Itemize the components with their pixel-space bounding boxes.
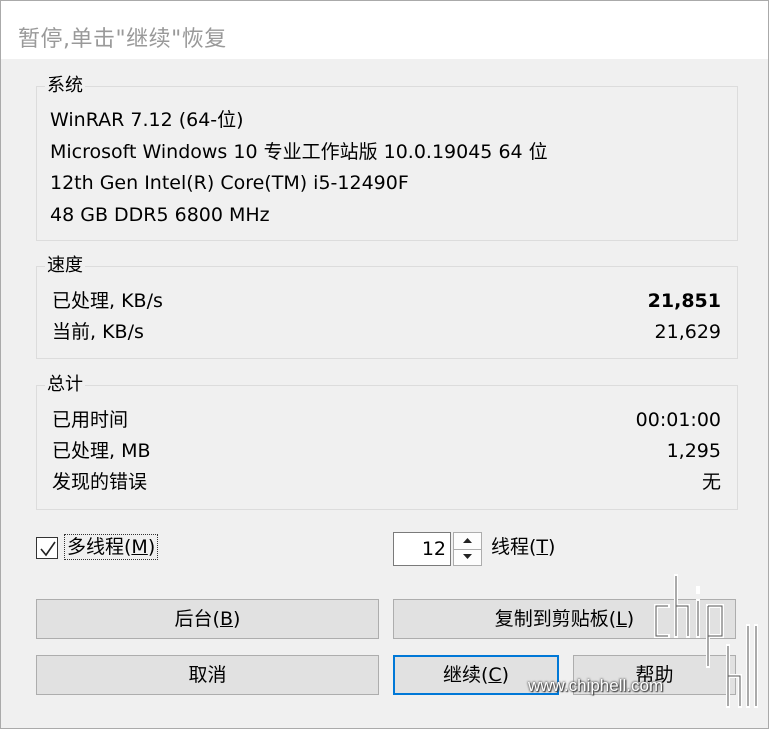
multithread-label[interactable]: 多线程(M) [63, 534, 159, 560]
speed-processed-label: 已处理, KB/s [52, 290, 163, 312]
errors-found-value: 无 [701, 471, 721, 493]
speed-processed-value: 21,851 [647, 290, 721, 312]
elapsed-time-label: 已用时间 [52, 409, 129, 431]
processed-mb-value: 1,295 [666, 440, 721, 462]
system-group-title: 系统 [45, 74, 85, 98]
threads-spinner [453, 532, 482, 566]
total-group: 总计 已用时间 00:01:00 已处理, MB 1,295 发现的错误 无 [36, 373, 738, 510]
system-group: 系统 WinRAR 7.12 (64-位) Microsoft Windows … [36, 74, 738, 241]
help-button[interactable]: 帮助 [573, 655, 736, 695]
continue-button[interactable]: 继续(C) [393, 655, 559, 695]
speed-current-value: 21,629 [654, 321, 721, 343]
cpu-info: 12th Gen Intel(R) Core(TM) i5-12490F [50, 172, 409, 194]
title-bar[interactable]: 暂停,单击"继续"恢复 [1, 1, 768, 59]
checkmark-icon [40, 541, 56, 557]
multithread-checkbox[interactable] [36, 537, 58, 559]
os-version: Microsoft Windows 10 专业工作站版 10.0.19045 6… [50, 141, 548, 163]
winrar-progress-dialog: 暂停,单击"继续"恢复 系统 WinRAR 7.12 (64-位) Micros… [0, 0, 769, 729]
elapsed-time-value: 00:01:00 [635, 409, 721, 431]
copy-to-clipboard-button[interactable]: 复制到剪贴板(L) [393, 599, 736, 639]
speed-group: 速度 已处理, KB/s 21,851 当前, KB/s 21,629 [36, 254, 738, 359]
caret-up-icon [463, 538, 472, 543]
spin-down-button[interactable] [454, 549, 481, 565]
window-title: 暂停,单击"继续"恢复 [18, 27, 227, 52]
processed-mb-label: 已处理, MB [52, 440, 151, 462]
spin-up-button[interactable] [454, 533, 481, 550]
errors-found-label: 发现的错误 [52, 471, 148, 493]
total-group-title: 总计 [45, 373, 85, 397]
cancel-button[interactable]: 取消 [36, 655, 379, 695]
speed-group-title: 速度 [45, 254, 85, 278]
dialog-body: 系统 WinRAR 7.12 (64-位) Microsoft Windows … [16, 59, 753, 728]
threads-label: 线程(T) [491, 536, 556, 558]
threads-input[interactable]: 12 [393, 532, 451, 566]
caret-down-icon [463, 554, 472, 559]
background-button[interactable]: 后台(B) [36, 599, 379, 639]
speed-current-label: 当前, KB/s [52, 321, 144, 343]
winrar-version: WinRAR 7.12 (64-位) [50, 109, 244, 131]
memory-info: 48 GB DDR5 6800 MHz [50, 204, 270, 226]
